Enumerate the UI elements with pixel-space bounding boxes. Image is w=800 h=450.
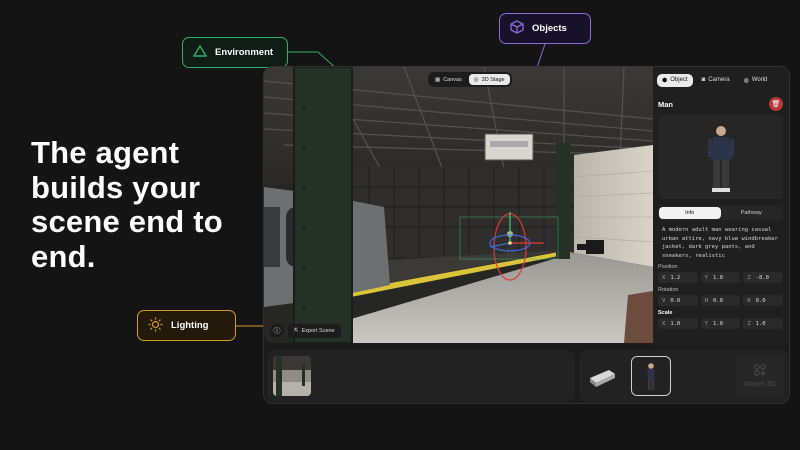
axis-y-label: Y (704, 274, 708, 281)
scale-fields: X 1.0 Y 1.0 Z 1.0 (653, 316, 788, 330)
axis-y-label: Y (704, 320, 708, 327)
position-y-value: 1.0 (712, 274, 723, 281)
objects-callout-label: Objects (532, 23, 567, 34)
3d-stage-icon: ◎ (473, 76, 479, 83)
import-3d-label: Import 3D (744, 381, 776, 388)
inspector-tabs: ⬢ Object ◙ Camera ◍ World (653, 67, 788, 89)
delete-object-button[interactable]: 🗑 (769, 97, 783, 111)
info-icon: ⓘ (273, 328, 281, 335)
axis-x-label: X (662, 320, 666, 327)
tab-world[interactable]: ◍ World (739, 74, 773, 87)
sun-icon (148, 316, 163, 335)
lighting-callout-label: Lighting (171, 320, 209, 331)
lighting-callout: Lighting (137, 310, 236, 341)
object-header: Man 🗑 (653, 89, 788, 111)
axis-z-label: Z (747, 274, 751, 281)
axis-r-label: R (747, 297, 751, 304)
rotation-r-value: 0.0 (755, 297, 766, 304)
viewport-controls: ⓘ ⇱ Export Scene (270, 324, 341, 338)
inspector-panel: ⬢ Object ◙ Camera ◍ World Man 🗑 Info Pat… (653, 67, 788, 347)
info-pathway-switch: Info Pathway (658, 206, 783, 220)
man-object-thumbnail[interactable] (631, 356, 671, 396)
position-z-field[interactable]: Z -8.0 (743, 272, 784, 284)
scale-z-field[interactable]: Z 1.0 (743, 318, 784, 330)
axis-x-label: X (662, 274, 666, 281)
mode-canvas-label: Canvas (443, 76, 462, 83)
axis-h-label: H (704, 297, 708, 304)
tab-camera[interactable]: ◙ Camera (697, 74, 735, 86)
rotation-v-field[interactable]: V 0.0 (658, 295, 698, 307)
position-z-value: -8.0 (755, 274, 769, 281)
environment-callout-label: Environment (215, 47, 274, 58)
mode-3d-stage-label: 3D Stage (481, 76, 505, 83)
object-preview (658, 115, 783, 199)
view-mode-toggle: ▦ Canvas ◎ 3D Stage (428, 72, 512, 87)
rotation-h-value: 0.0 (712, 297, 723, 304)
objects-tray: Import 3D (579, 350, 788, 402)
object-name: Man (658, 99, 673, 109)
train-object-thumbnail[interactable] (587, 362, 617, 390)
environment-callout: Environment (182, 37, 288, 68)
warning-triangle-icon (192, 44, 208, 60)
environment-thumbnail[interactable] (273, 356, 311, 396)
rotation-label: Rotation (658, 287, 679, 294)
rotation-fields: V 0.0 H 0.0 R 0.0 (653, 293, 788, 307)
cube-icon (510, 20, 524, 37)
import-3d-button[interactable]: Import 3D (736, 356, 784, 396)
tab-camera-label: Camera (708, 77, 730, 83)
rotation-r-field[interactable]: R 0.0 (743, 295, 784, 307)
tab-object[interactable]: ⬢ Object (657, 73, 693, 87)
environment-tray (267, 350, 575, 402)
position-label: Position (658, 264, 678, 271)
3d-viewport[interactable]: ▦ Canvas ◎ 3D Stage ⓘ ⇱ Export Scene (264, 67, 653, 343)
tab-object-label: Object (670, 77, 688, 83)
position-x-value: 1.2 (670, 274, 681, 281)
position-x-field[interactable]: X 1.2 (658, 272, 698, 284)
position-y-field[interactable]: Y 1.0 (700, 272, 741, 284)
object-description: A modern adult man wearing casual urban … (662, 227, 778, 259)
objects-callout: Objects (499, 13, 591, 44)
add-objects-icon (754, 364, 766, 378)
headline: The agent builds your scene end to end. (31, 135, 223, 274)
export-scene-button[interactable]: ⇱ Export Scene (288, 324, 341, 338)
scale-z-value: 1.0 (755, 320, 766, 327)
grid-icon: ▦ (435, 76, 441, 83)
app-window: ▦ Canvas ◎ 3D Stage ⓘ ⇱ Export Scene ⬢ O… (263, 66, 790, 404)
scale-x-value: 1.0 (670, 320, 681, 327)
mode-3d-stage-button[interactable]: ◎ 3D Stage (468, 74, 510, 85)
segment-pathway[interactable]: Pathway (721, 207, 783, 219)
scale-label: Scale (658, 310, 673, 317)
axis-v-label: V (662, 297, 666, 304)
scale-y-value: 1.0 (712, 320, 723, 327)
subway-scene-render (264, 67, 653, 343)
position-fields: X 1.2 Y 1.0 Z -8.0 (653, 270, 788, 284)
segment-info[interactable]: Info (659, 207, 721, 219)
cube-icon: ⬢ (662, 77, 668, 84)
info-button[interactable]: ⓘ (270, 324, 284, 338)
export-scene-label: Export Scene (301, 328, 335, 334)
rotation-h-field[interactable]: H 0.0 (700, 295, 741, 307)
axis-z-label: Z (747, 320, 751, 327)
scale-x-field[interactable]: X 1.0 (658, 318, 698, 330)
globe-icon: ◍ (743, 77, 749, 84)
tab-world-label: World (751, 77, 768, 83)
mode-canvas-button[interactable]: ▦ Canvas (430, 74, 467, 85)
trash-icon: 🗑 (771, 101, 781, 108)
man-model-preview (708, 126, 734, 192)
camera-icon: ◙ (701, 77, 706, 83)
export-icon: ⇱ (294, 328, 299, 334)
scale-y-field[interactable]: Y 1.0 (700, 318, 741, 330)
rotation-v-value: 0.0 (670, 297, 681, 304)
